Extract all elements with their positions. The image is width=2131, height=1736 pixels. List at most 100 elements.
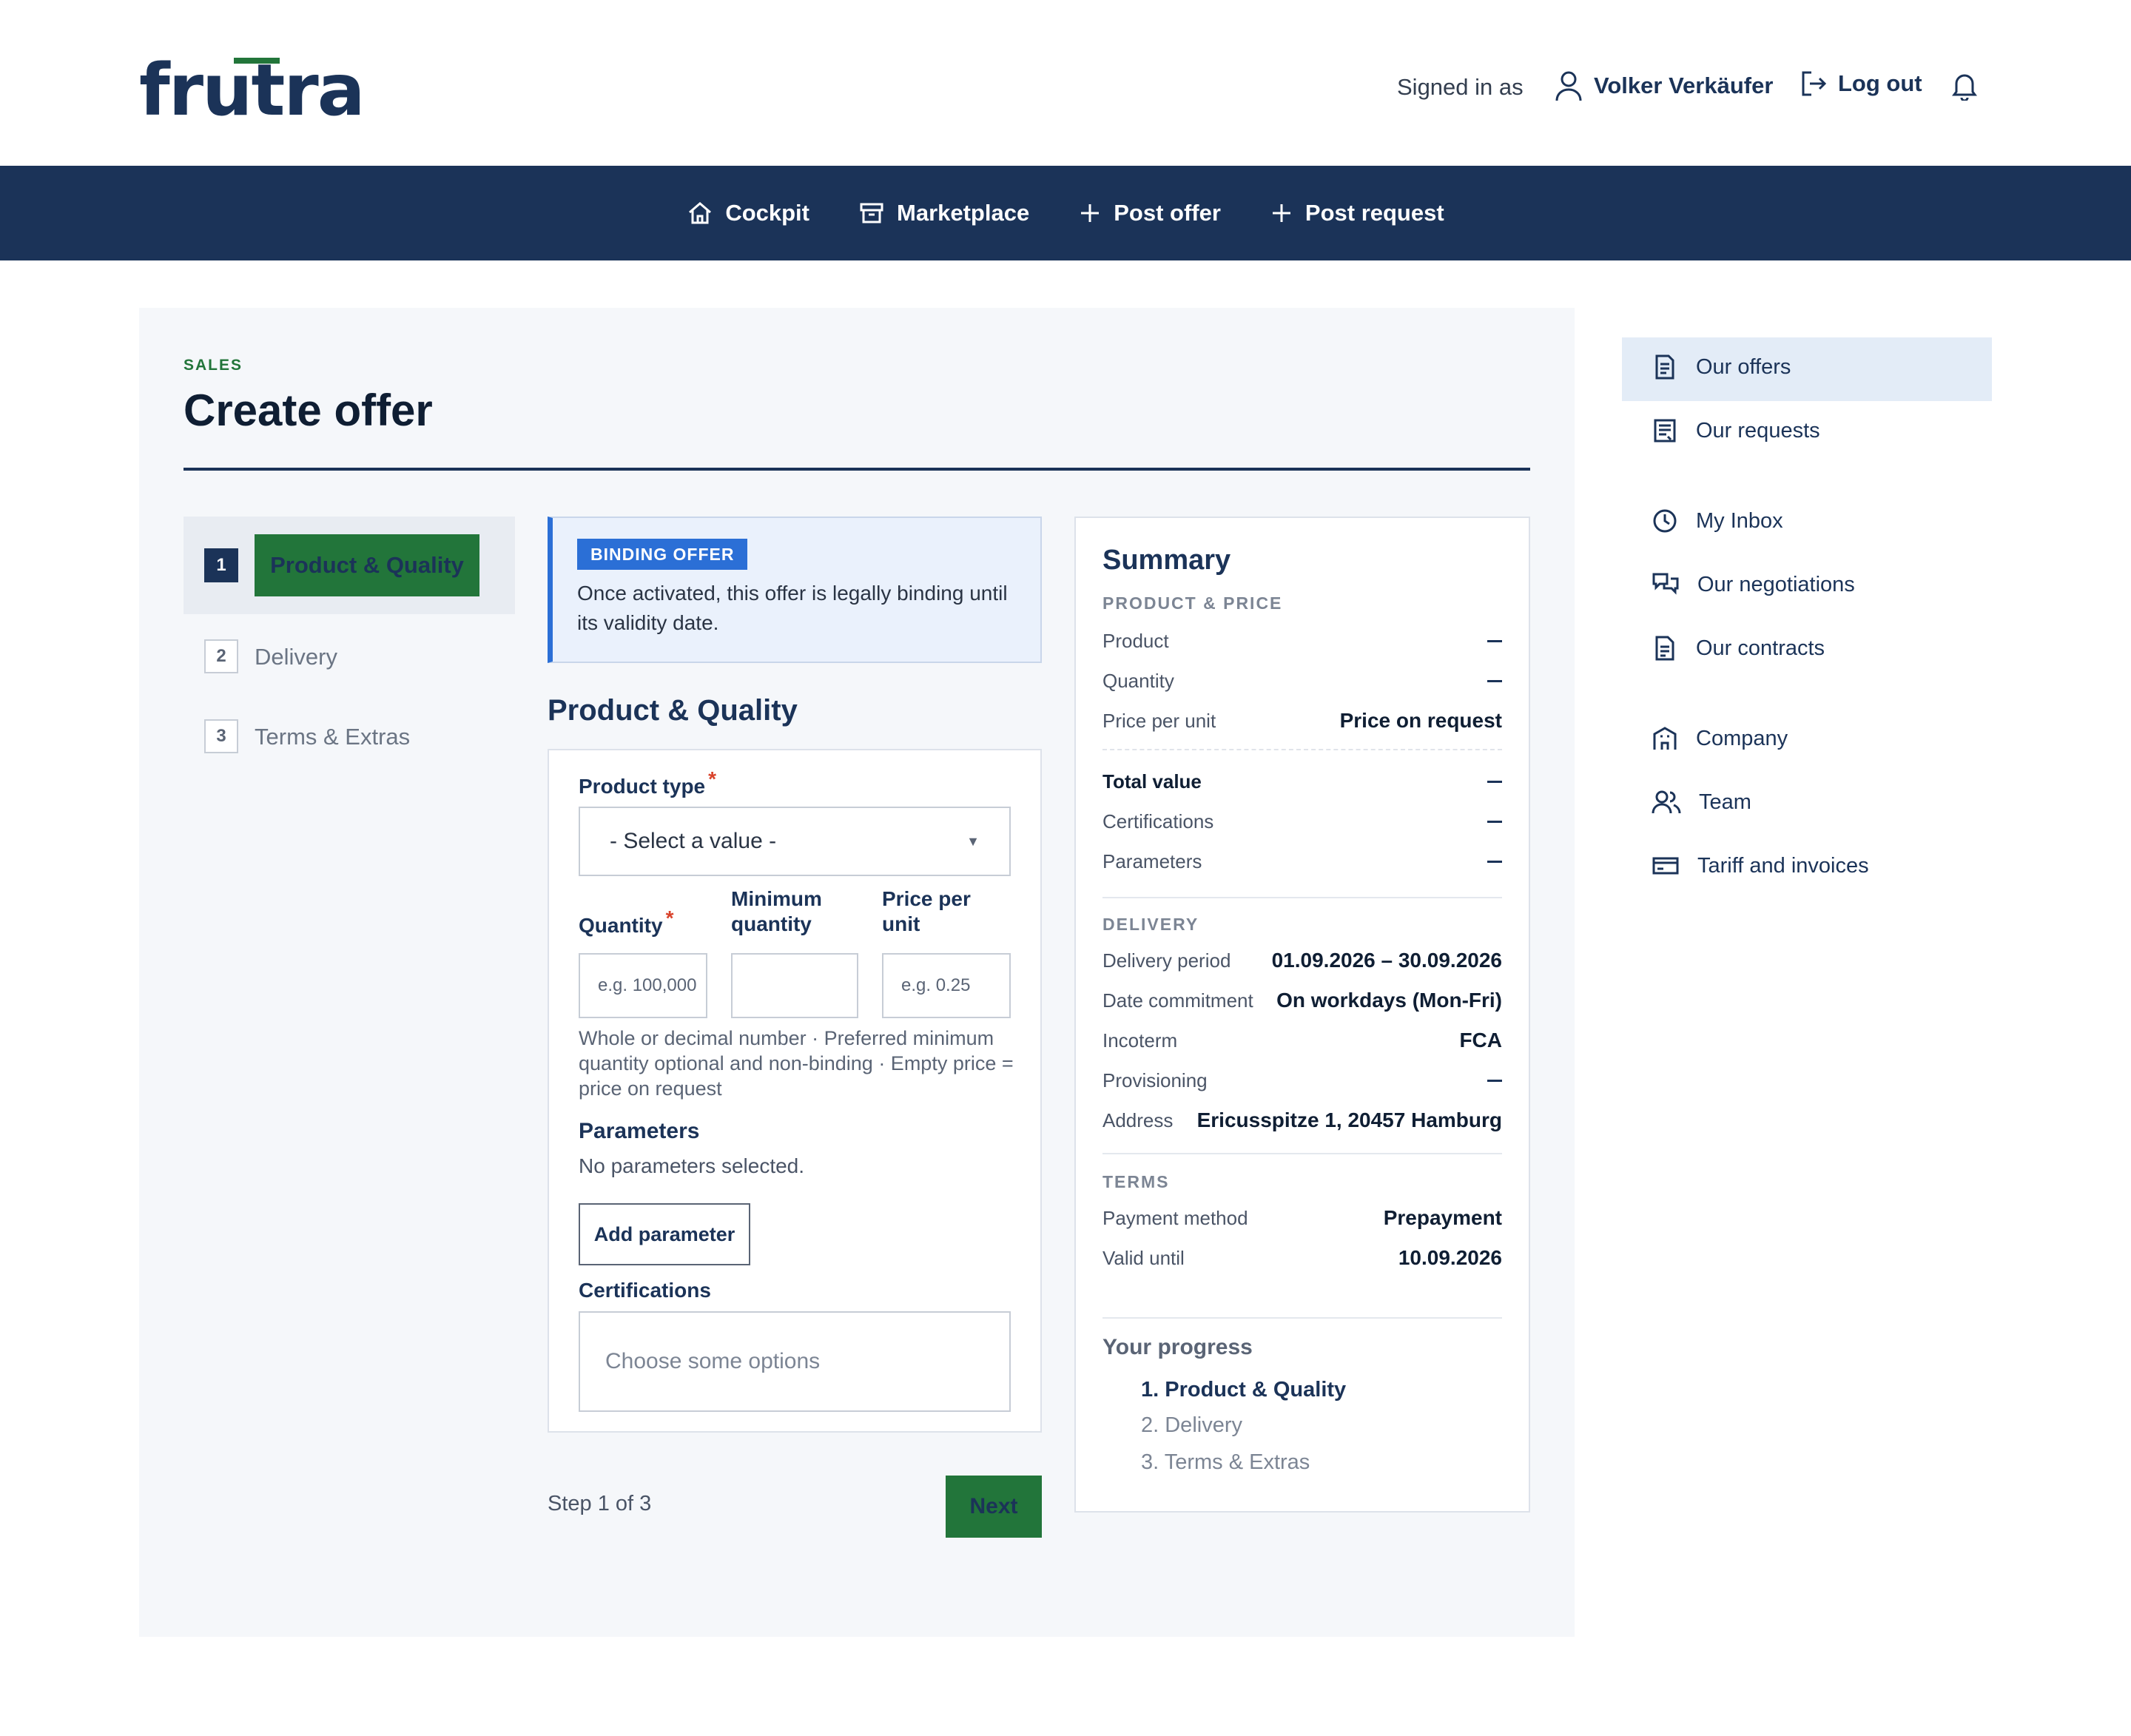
row-value: 01.09.2026 – 30.09.2026 [1271,949,1502,972]
row-value: On workdays (Mon-Fri) [1276,989,1502,1012]
page-title: Create offer [184,386,433,435]
quantity-label: Quantity * [579,906,673,938]
min-quantity-input[interactable] [731,953,858,1018]
logo-text: frutra [139,49,365,132]
nav-label: Marketplace [897,200,1030,226]
summary-terms-heading: TERMS [1102,1172,1170,1191]
sidebar-item-label: Team [1699,790,1751,814]
certifications-multiselect[interactable]: Choose some options [579,1311,1011,1412]
parameters-label: Parameters [579,1119,700,1143]
product-type-value: - Select a value - [610,829,777,853]
sidebar-item-our-offers[interactable]: Our offers [1652,352,1791,382]
summary-row-provisioning: Provisioning [1102,1066,1502,1095]
empty-value-dash [1487,679,1502,682]
summary-row-parameters: Parameters [1102,847,1502,876]
summary-divider [1102,897,1502,898]
sidebar-item-our-contracts[interactable]: Our contracts [1652,633,1825,663]
clock-icon [1652,508,1678,534]
step-number-1: 1 [204,548,238,582]
summary-row-total: Total value [1102,767,1502,796]
sidebar-item-my-inbox[interactable]: My Inbox [1652,506,1783,536]
empty-value-dash [1487,820,1502,823]
product-type-label-text: Product type [579,775,706,798]
bell-icon[interactable] [1950,71,1979,101]
sidebar-item-label: Our requests [1696,418,1820,443]
row-key: Quantity [1102,669,1174,692]
binding-offer-text: Once activated, this offer is legally bi… [577,582,1008,634]
row-value: 10.09.2026 [1398,1246,1502,1269]
sidebar-item-label: Company [1696,726,1788,750]
summary-title: Summary [1102,545,1231,576]
step-number-2: 2 [204,639,238,673]
row-value: Ericusspitze 1, 20457 Hamburg [1196,1108,1502,1131]
min-quantity-label: Minimum quantity [731,887,822,935]
progress-heading: Your progress [1102,1335,1253,1359]
row-key: Incoterm [1102,1029,1178,1052]
contract-icon [1652,635,1678,662]
add-parameter-button[interactable]: Add parameter [579,1203,750,1265]
summary-row-certifications: Certifications [1102,807,1502,836]
nav-cockpit[interactable]: Cockpit [687,200,809,226]
archive-box-icon [858,200,885,226]
sidebar-item-our-requests[interactable]: Our requests [1652,416,1820,445]
summary-row-valid-until: Valid until 10.09.2026 [1102,1243,1502,1273]
product-type-select[interactable]: - Select a value - ▼ [579,807,1011,876]
empty-value-dash [1487,1079,1502,1082]
empty-value-dash [1487,639,1502,642]
signed-in-label: Signed in as [1397,74,1524,100]
summary-divider [1102,749,1502,750]
nav-label: Post offer [1114,200,1221,226]
step-delivery[interactable]: Delivery [255,644,337,670]
summary-divider [1102,1317,1502,1319]
sidebar-item-our-negotiations[interactable]: Our negotiations [1652,570,1855,599]
plus-icon [1270,201,1293,225]
summary-row-price: Price per unit Price on request [1102,706,1502,736]
row-key: Parameters [1102,850,1202,872]
frutra-logo[interactable]: frutra [139,49,365,132]
binding-offer-badge: BINDING OFFER [577,539,748,570]
row-key: Product [1102,629,1169,652]
summary-row-quantity: Quantity [1102,666,1502,696]
nav-post-offer[interactable]: Post offer [1078,200,1221,226]
logout-icon [1800,70,1828,98]
price-per-unit-input[interactable]: e.g. 0.25 [882,953,1011,1018]
empty-value-dash [1487,860,1502,863]
step-product-quality[interactable]: Product & Quality [255,534,479,596]
progress-step-2: 2. Delivery [1141,1413,1242,1437]
user-menu[interactable]: Volker Verkäufer [1554,70,1773,102]
quantity-input[interactable]: e.g. 100,000 [579,953,707,1018]
sidebar-item-label: Our contracts [1696,636,1825,660]
step-counter: Step 1 of 3 [548,1492,652,1515]
users-icon [1652,789,1681,815]
chevron-down-icon: ▼ [966,833,980,849]
summary-delivery-heading: DELIVERY [1102,915,1199,934]
credit-card-icon [1652,852,1680,879]
nav-post-request[interactable]: Post request [1270,200,1444,226]
progress-step-3: 3. Terms & Extras [1141,1450,1310,1474]
step-terms-extras[interactable]: Terms & Extras [255,724,410,750]
row-key: Provisioning [1102,1069,1208,1091]
summary-row-date-commitment: Date commitment On workdays (Mon-Fri) [1102,986,1502,1015]
section-title: Product & Quality [548,694,798,727]
nav-marketplace[interactable]: Marketplace [858,200,1029,226]
sidebar-item-company[interactable]: Company [1652,724,1788,753]
summary-row-payment: Payment method Prepayment [1102,1203,1502,1233]
summary-row-address: Address Ericusspitze 1, 20457 Hamburg [1102,1106,1502,1135]
logout-button[interactable]: Log out [1800,70,1922,98]
parameters-empty-text: No parameters selected. [579,1154,805,1177]
summary-product-price-heading: PRODUCT & PRICE [1102,593,1283,613]
price-per-unit-label: Price per unit [882,887,971,935]
product-type-label: Product type * [579,767,716,799]
sidebar-item-team[interactable]: Team [1652,787,1751,817]
summary-row-delivery-period: Delivery period 01.09.2026 – 30.09.2026 [1102,946,1502,975]
next-button[interactable]: Next [946,1476,1042,1538]
row-key: Date commitment [1102,989,1253,1012]
nav-label: Cockpit [725,200,809,226]
title-divider [184,468,1530,471]
row-key: Payment method [1102,1206,1248,1229]
list-document-icon [1652,417,1678,444]
sidebar-item-tariff-invoices[interactable]: Tariff and invoices [1652,851,1869,881]
user-name: Volker Verkäufer [1594,73,1774,98]
required-marker: * [708,767,717,790]
plus-icon [1078,201,1102,225]
